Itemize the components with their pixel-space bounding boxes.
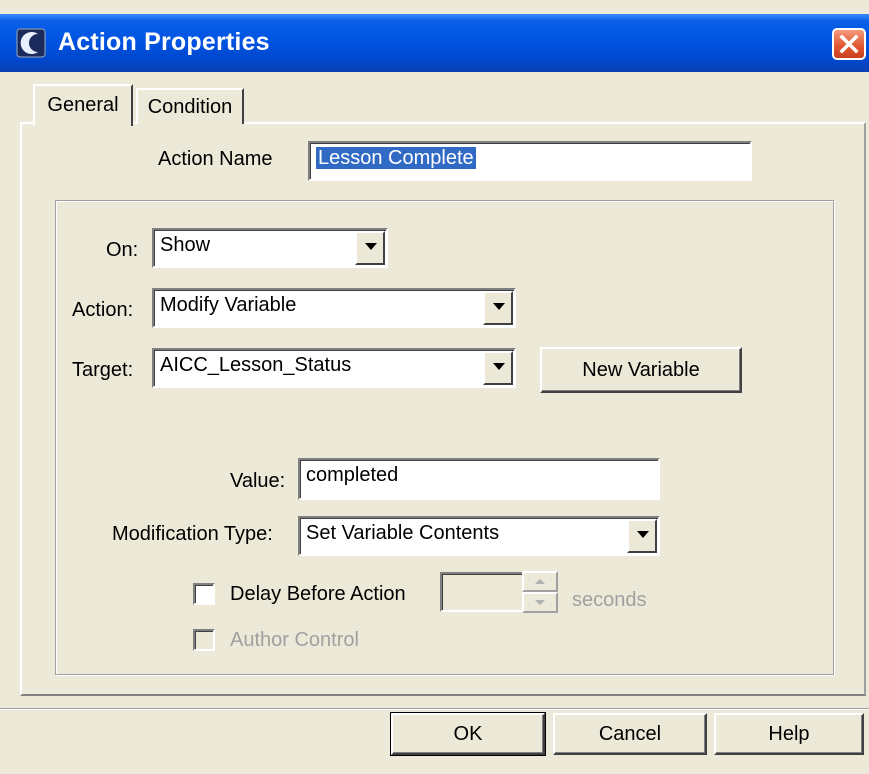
target-label: Target: (72, 359, 134, 381)
action-name-input[interactable]: Lesson Complete (308, 141, 752, 181)
dialog-window: Action Properties General Condition Acti… (0, 0, 869, 774)
chevron-down-icon[interactable] (483, 351, 513, 385)
delay-checkbox[interactable] (193, 583, 215, 605)
value-input[interactable]: completed (298, 458, 660, 500)
delay-label[interactable]: Delay Before Action (230, 581, 406, 607)
title-bar[interactable]: Action Properties (0, 14, 869, 72)
close-icon (839, 34, 859, 54)
value-text: completed (306, 464, 399, 486)
delay-seconds-input[interactable] (440, 572, 524, 612)
delay-spinner[interactable] (522, 571, 558, 613)
chevron-down-icon[interactable] (483, 291, 513, 325)
action-label: Action: (72, 299, 134, 321)
on-value: Show (160, 234, 211, 256)
action-name-value: Lesson Complete (316, 147, 476, 169)
new-variable-button[interactable]: New Variable (540, 347, 742, 393)
author-control-label: Author Control (230, 629, 359, 651)
cancel-button[interactable]: Cancel (553, 713, 707, 755)
modification-type-label: Modification Type: (112, 523, 273, 545)
chevron-down-icon[interactable] (627, 519, 657, 553)
modification-type-value: Set Variable Contents (306, 522, 500, 544)
target-dropdown[interactable]: AICC_Lesson_Status (152, 348, 516, 388)
action-name-label: Action Name (158, 148, 273, 170)
app-icon (16, 28, 46, 58)
spin-up-icon[interactable] (522, 571, 558, 592)
on-label: On: (106, 239, 139, 261)
ok-button[interactable]: OK (390, 712, 546, 756)
action-dropdown[interactable]: Modify Variable (152, 288, 516, 328)
tab-general[interactable]: General (33, 84, 133, 126)
divider (0, 708, 869, 710)
tab-condition[interactable]: Condition (136, 88, 244, 124)
window-title: Action Properties (58, 28, 270, 56)
chevron-down-icon[interactable] (355, 231, 385, 265)
modification-type-dropdown[interactable]: Set Variable Contents (298, 516, 660, 556)
seconds-label: seconds (572, 589, 647, 611)
action-value: Modify Variable (160, 294, 297, 316)
close-button[interactable] (832, 28, 866, 60)
spin-down-icon[interactable] (522, 592, 558, 613)
value-label: Value: (230, 470, 286, 492)
help-button[interactable]: Help (714, 713, 864, 755)
author-control-checkbox[interactable] (193, 629, 215, 651)
target-value: AICC_Lesson_Status (160, 354, 352, 376)
on-dropdown[interactable]: Show (152, 228, 388, 268)
